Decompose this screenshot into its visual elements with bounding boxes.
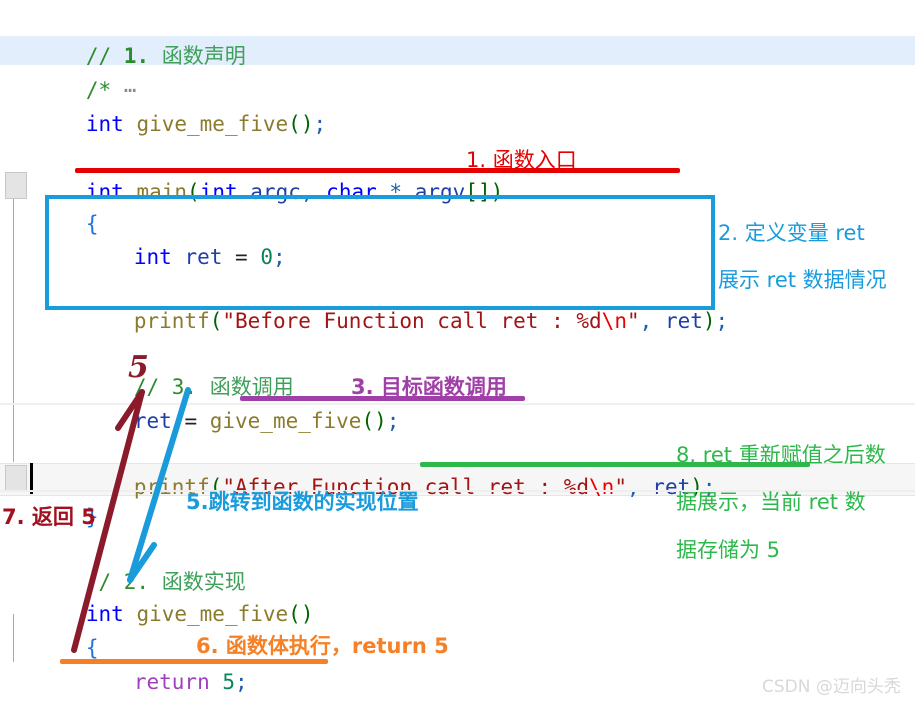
- annotation-8-line2: 据展示，当前 ret 数: [676, 490, 866, 514]
- highlight-box-variable-block: [45, 195, 715, 310]
- code-token-function: give_me_five: [136, 112, 289, 136]
- code-token-semicolon: ;: [313, 112, 327, 136]
- annotation-2-show-ret: 展示 ret 数据情况: [718, 268, 887, 292]
- code-line-2-folded-comment[interactable]: /* ⋯: [0, 36, 915, 102]
- brace-match-close: [5, 465, 27, 492]
- annotation-3-target-call: 3. 目标函数调用: [351, 375, 507, 399]
- underline-red-function-entry: [75, 168, 680, 173]
- handwritten-five-label: 5: [128, 350, 149, 385]
- code-token-keyword: int: [85, 112, 124, 136]
- code-annotation-screenshot: // 1. 函数声明 /* ⋯ int give_me_five(); int …: [0, 0, 915, 702]
- annotation-8-line3: 据存储为 5: [676, 538, 781, 562]
- code-line-3[interactable]: int give_me_five();: [0, 70, 915, 136]
- code-token-paren: (): [288, 112, 314, 136]
- indent-guide-main: [13, 190, 14, 462]
- annotation-5-jump-to-impl: 5.跳转到函数的实现位置: [186, 490, 419, 514]
- annotation-2-define-ret: 2. 定义变量 ret: [718, 221, 865, 245]
- watermark-csdn: CSDN @迈向头秃: [762, 677, 901, 697]
- brace-match-open: [5, 172, 27, 199]
- annotation-6-body-execute: 6. 函数体执行，return 5: [196, 634, 449, 658]
- code-line-18-definition[interactable]: int give_me_five(): [0, 560, 915, 626]
- indent-guide-function: [13, 614, 14, 662]
- code-line-19-open-brace[interactable]: {: [0, 594, 915, 660]
- code-line-1[interactable]: // 1. 函数声明: [0, 2, 915, 68]
- separator-line-1: [0, 403, 915, 405]
- annotation-7-return-five: 7. 返回 5: [2, 505, 96, 529]
- annotation-8-ret-reassigned: 8. ret 重新赋值之后数: [676, 443, 886, 467]
- annotation-1-function-entry: 1. 函数入口: [466, 148, 577, 172]
